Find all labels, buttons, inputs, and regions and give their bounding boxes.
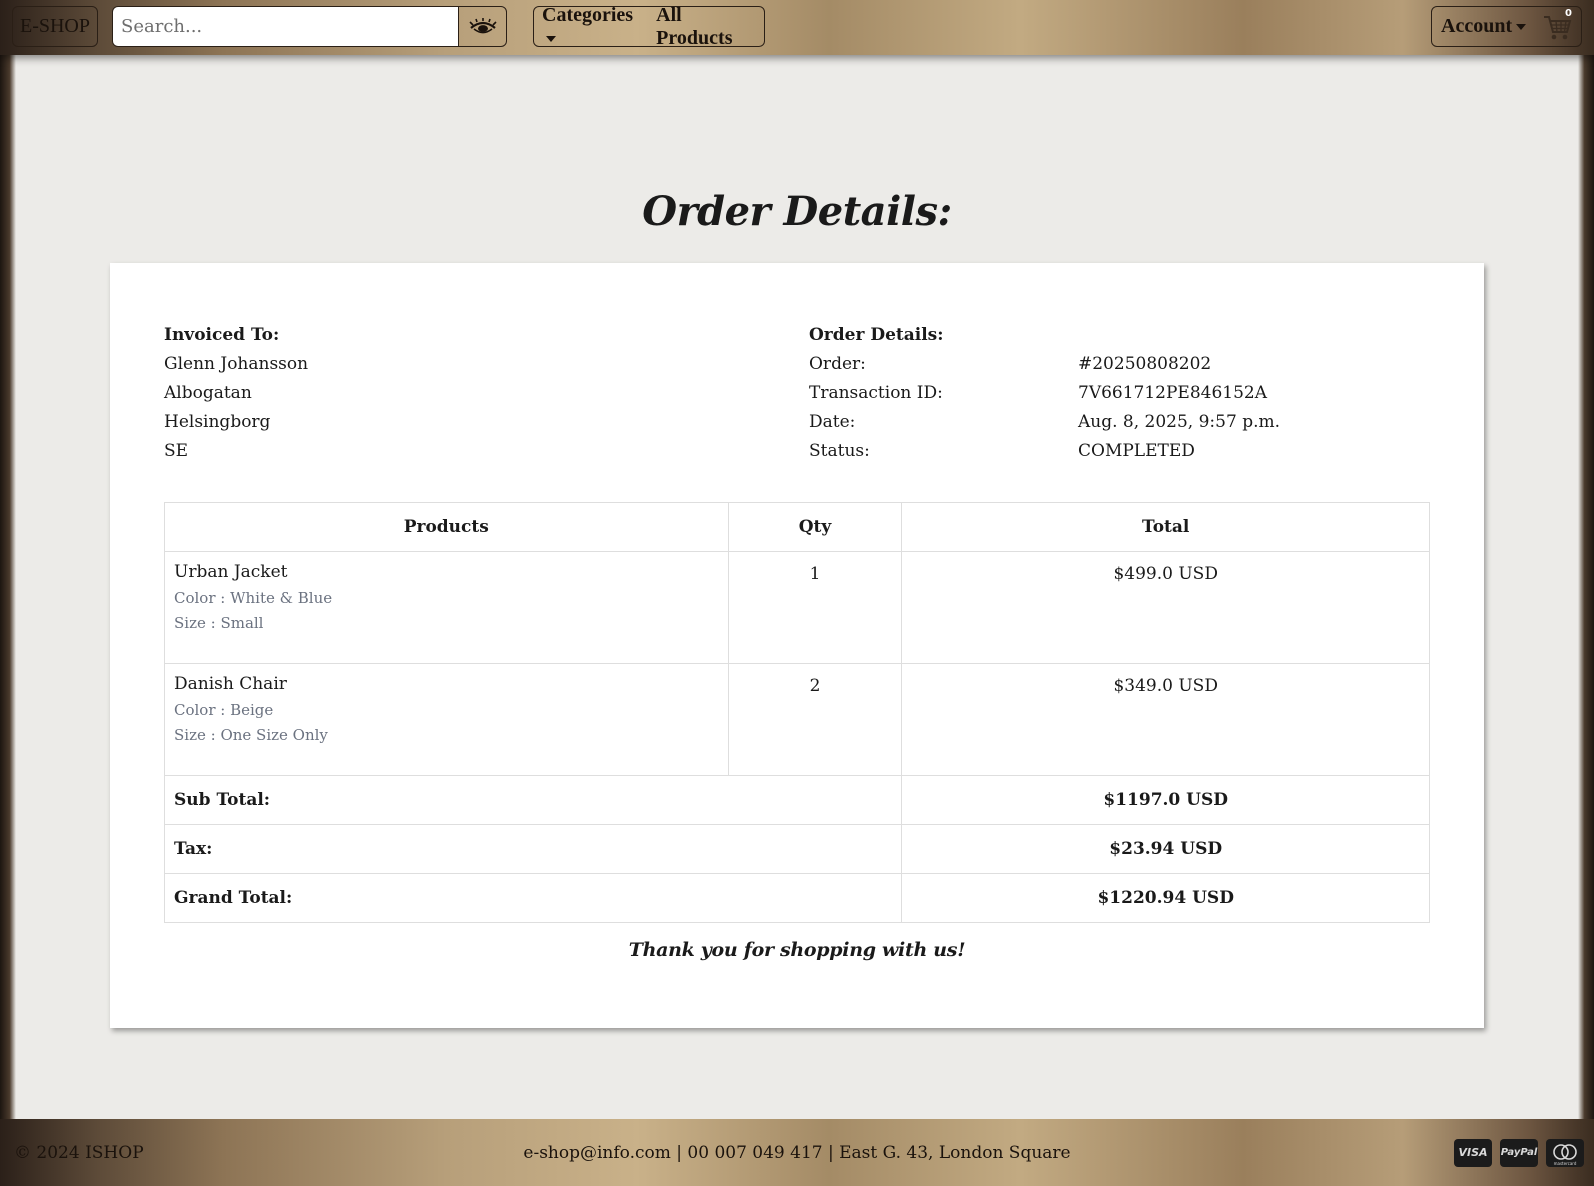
subtotal-label: Sub Total: (163, 775, 903, 825)
payment-methods: VISA PayPal mastercard (1454, 1138, 1584, 1167)
invoice-card: Invoiced To: Glenn Johansson Albogatan H… (110, 263, 1484, 1028)
product-color: Color : White & Blue (174, 589, 333, 607)
eye-icon (468, 17, 497, 33)
all-products-link[interactable]: All Products (656, 4, 756, 50)
subtotal-value: $1197.0 USD (901, 775, 1430, 825)
invoiced-to-heading: Invoiced To: (164, 325, 280, 345)
mastercard-label: mastercard (1553, 1160, 1577, 1166)
tax-row: Tax: $23.94 USD (163, 824, 1430, 874)
account-dropdown[interactable]: Account (1441, 15, 1527, 38)
order-number: #20250808202 (1078, 354, 1212, 374)
qty-cell: 2 (727, 663, 903, 776)
table-row: Danish Chair Color : Beige Size : One Si… (164, 663, 1430, 776)
cart-count-badge: 0 (1565, 7, 1572, 19)
subtotal-row: Sub Total: $1197.0 USD (163, 775, 1430, 825)
visa-icon: VISA (1454, 1138, 1492, 1167)
product-cell: Urban Jacket Color : White & Blue Size :… (164, 551, 729, 664)
top-navbar: E-SHOP Categories All Products Account 0 (0, 0, 1594, 55)
product-color: Color : Beige (174, 701, 274, 719)
product-name: Urban Jacket (174, 562, 288, 582)
customer-city: Helsingborg (164, 412, 271, 432)
order-row: Order: #20250808202 (809, 350, 1429, 379)
order-row: Transaction ID: 7V661712PE846152A (809, 379, 1429, 408)
customer-name: Glenn Johansson (164, 354, 309, 374)
tax-value: $23.94 USD (901, 824, 1430, 874)
chevron-down-icon (546, 35, 556, 42)
thank-you-message: Thank you for shopping with us! (628, 939, 966, 961)
cart-button[interactable]: 0 (1542, 8, 1572, 42)
product-size: Size : One Size Only (174, 726, 328, 744)
product-size: Size : Small (174, 614, 264, 632)
order-details-heading: Order Details: (809, 325, 944, 345)
total-cell: $349.0 USD (901, 663, 1430, 776)
eshop-logo[interactable]: E-SHOP (12, 6, 98, 47)
qty-cell: 1 (727, 551, 903, 664)
grand-total-row: Grand Total: $1220.94 USD (163, 873, 1430, 923)
customer-country: SE (164, 441, 189, 461)
order-items-table: Products Qty Total Urban Jacket Color : … (163, 502, 1430, 923)
order-date: Aug. 8, 2025, 9:57 p.m. (1078, 412, 1280, 432)
mastercard-circles (1553, 1143, 1577, 1160)
grand-total-label: Grand Total: (163, 873, 903, 923)
mastercard-icon: mastercard (1546, 1138, 1584, 1167)
chevron-down-icon (1516, 24, 1527, 31)
footer: © 2024 ISHOP e-shop@info.com | 00 007 04… (0, 1119, 1594, 1186)
product-name: Danish Chair (174, 674, 287, 694)
order-details: Order Details: Order: #20250808202 Transa… (809, 321, 1429, 466)
page-title: Order Details: (642, 188, 952, 235)
customer-street: Albogatan (164, 383, 252, 403)
order-row: Status: COMPLETED (809, 437, 1429, 466)
search-button[interactable] (458, 7, 506, 46)
categories-dropdown[interactable]: Categories (542, 4, 640, 50)
tax-label: Tax: (163, 824, 903, 874)
table-row: Urban Jacket Color : White & Blue Size :… (164, 551, 1430, 664)
contact-info: e-shop@info.com | 00 007 049 417 | East … (523, 1142, 1071, 1163)
column-header-qty: Qty (727, 502, 903, 552)
invoiced-to: Invoiced To: Glenn Johansson Albogatan H… (164, 321, 308, 466)
order-row: Date: Aug. 8, 2025, 9:57 p.m. (809, 408, 1429, 437)
column-header-products: Products (164, 502, 729, 552)
grand-total-value: $1220.94 USD (901, 873, 1430, 923)
total-cell: $499.0 USD (901, 551, 1430, 664)
paypal-icon: PayPal (1500, 1138, 1538, 1167)
product-cell: Danish Chair Color : Beige Size : One Si… (164, 663, 729, 776)
column-header-total: Total (901, 502, 1430, 552)
search-input[interactable] (113, 7, 458, 46)
order-status: COMPLETED (1078, 441, 1195, 461)
account-area: Account 0 (1431, 6, 1582, 47)
table-header-row: Products Qty Total (164, 502, 1430, 552)
transaction-id: 7V661712PE846152A (1078, 383, 1268, 403)
main-nav: Categories All Products (533, 4, 765, 50)
search-bar (112, 6, 507, 47)
